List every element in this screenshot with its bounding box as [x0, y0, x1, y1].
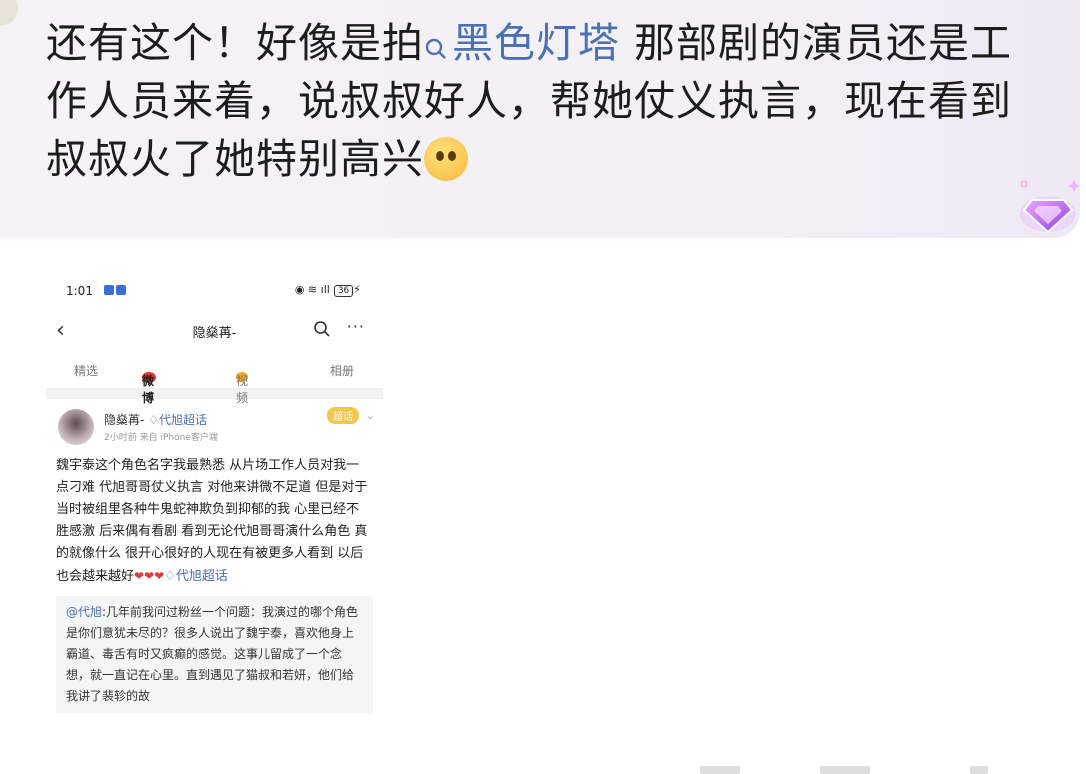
profile-navbar: ‹ 隐燊苒- ···	[46, 310, 383, 352]
diamond-badge-icon	[1020, 180, 1080, 234]
profile-name: 隐燊苒-	[192, 326, 237, 341]
post-meta: 2小时前 来自 iPhone客户端	[104, 433, 218, 443]
weibo-post[interactable]: 隐燊苒- ♢代旭超话 2小时前 来自 iPhone客户端 超话 ⌄ 魏宇泰这个角…	[46, 399, 383, 713]
heart-emojis: ❤❤❤	[134, 569, 165, 583]
repost-content[interactable]: @代旭:几年前我问过粉丝一个问题：我演过的哪个角色是你们意犹未尽的？很多人说出了…	[56, 596, 373, 713]
pleading-emoji-icon	[424, 137, 468, 181]
bottom-toolbar-edge	[700, 766, 1000, 774]
search-icon	[425, 38, 446, 59]
more-icon[interactable]: ···	[347, 317, 365, 336]
comment-text-before: 还有这个！好像是拍	[46, 19, 424, 67]
status-right-icons: ◉ ≋ ıll 36 ⚡	[294, 283, 361, 297]
status-bar: 1:01 ◉ ≋ ıll 36 ⚡	[46, 272, 383, 310]
notification-icons	[104, 284, 128, 298]
profile-tabs: 精选 微博 视频 相册	[46, 352, 383, 405]
topic-link[interactable]: 黑色灯塔	[424, 19, 620, 67]
comment-bubble: 还有这个！好像是拍 黑色灯塔 那部剧的演员还是工作人员来着，说叔叔好人，帮她仗义执…	[0, 0, 1080, 238]
post-author[interactable]: 隐燊苒- ♢代旭超话	[104, 411, 207, 428]
tab-album[interactable]: 相册	[330, 362, 354, 379]
topic-link[interactable]: ♢代旭超话	[164, 569, 228, 584]
section-gap	[46, 389, 383, 399]
status-time: 1:01	[66, 284, 93, 298]
embedded-screenshot[interactable]: 1:01 ◉ ≋ ıll 36 ⚡ ‹ 隐燊苒- ··· 精选 微博 视频 相册 隐…	[46, 272, 383, 734]
post-body: 魏宇泰这个角色名字我最熟悉 从片场工作人员对我一点刁难 代旭哥哥仗义执言 对他来…	[56, 458, 368, 584]
search-icon[interactable]	[313, 320, 331, 338]
chevron-down-icon[interactable]: ⌄	[366, 409, 375, 422]
avatar[interactable]	[58, 409, 94, 445]
topic-label: 黑色灯塔	[452, 19, 620, 67]
chaohua-link[interactable]: ♢代旭超话	[148, 413, 207, 427]
repost-text: :几年前我问过粉丝一个问题：我演过的哪个角色是你们意犹未尽的？很多人说出了魏宇泰…	[66, 605, 359, 703]
comment-text: 还有这个！好像是拍 黑色灯塔 那部剧的演员还是工作人员来着，说叔叔好人，帮她仗义执…	[46, 14, 1046, 188]
chaohua-badge: 超话	[327, 407, 359, 424]
mention-link[interactable]: @代旭	[66, 605, 102, 619]
avatar[interactable]	[0, 0, 18, 26]
battery-level: 36	[333, 285, 354, 297]
tab-featured[interactable]: 精选	[74, 362, 98, 379]
